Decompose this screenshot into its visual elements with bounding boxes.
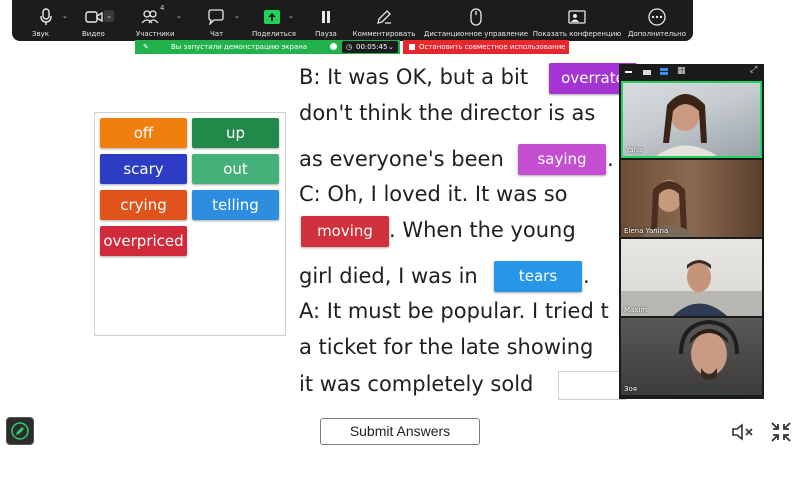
participant-video-maxim	[621, 260, 762, 316]
toolbar-show-meeting-button[interactable]: Показать конференцию	[530, 2, 624, 40]
passage-line: a ticket for the late showing	[299, 335, 594, 359]
microphone-icon	[35, 7, 57, 27]
strip-view-icon[interactable]	[660, 68, 668, 71]
filled-answer-slot[interactable]: tears	[494, 261, 582, 292]
video-gallery-panel: ▦ ⤢ Yana Elena Yanina Maxim Зоя	[619, 64, 764, 399]
passage-line: C: Oh, I loved it. It was so	[299, 182, 568, 206]
passage-line: don't think the director is as	[299, 101, 596, 125]
chat-icon	[205, 7, 227, 27]
word-chip-out[interactable]: out	[192, 154, 279, 184]
chevron-down-icon[interactable]: ⌄	[288, 12, 294, 20]
share-timer-value: 00:05:45	[356, 43, 388, 51]
participant-video-elena-yanina	[641, 180, 699, 237]
passage-punctuation: .	[583, 264, 590, 288]
video-tile-maxim[interactable]: Maxim	[621, 239, 762, 316]
video-tile-yana[interactable]: Yana	[621, 81, 762, 158]
word-chip-up[interactable]: up	[192, 118, 279, 148]
share-screen-icon	[261, 7, 283, 27]
filled-answer-slot[interactable]: saying	[518, 144, 606, 175]
passage-line: as everyone's been	[299, 147, 504, 171]
passage-punctuation: .	[607, 147, 614, 171]
chevron-down-icon[interactable]: ⌄	[104, 10, 114, 22]
passage-line: A: It must be popular. I tried t	[299, 299, 609, 323]
participant-video-yana	[656, 94, 718, 156]
toolbar-participants-button[interactable]: 4 ⌄ Участники	[128, 2, 186, 40]
speaker-view-icon[interactable]	[643, 70, 651, 75]
minimize-icon[interactable]	[625, 71, 632, 73]
participant-count-badge: 4	[160, 4, 165, 12]
stop-sharing-label: Остановить совместное использование	[419, 43, 566, 51]
toolbar-chat-button[interactable]: ⌄ Чат	[196, 2, 246, 40]
empty-answer-slot[interactable]	[558, 371, 626, 400]
submit-answers-button[interactable]: Submit Answers	[320, 418, 480, 445]
toolbar-remote-control-button[interactable]: Дистанционное управление	[422, 2, 530, 40]
pencil-icon	[11, 422, 29, 440]
word-chip-crying[interactable]: crying	[100, 190, 187, 220]
passage-line: it was completely sold	[299, 372, 534, 396]
annotate-pen-icon	[373, 7, 395, 27]
word-chip-telling[interactable]: telling	[192, 190, 279, 220]
participants-icon	[139, 7, 161, 27]
mute-icon[interactable]	[731, 422, 757, 446]
passage-line: B: It was OK, but a bit	[299, 65, 529, 89]
word-chip-scary[interactable]: scary	[100, 154, 187, 184]
word-chip-overpriced[interactable]: overpriced	[100, 226, 187, 256]
meeting-toolbar: ⌄ Звук ⌄ Видео 4 ⌄ Участники ⌄ Чат ⌄ Под…	[12, 0, 693, 41]
edit-button[interactable]	[6, 417, 34, 445]
video-tile-zoya[interactable]: Зоя	[621, 318, 762, 395]
show-meeting-icon	[566, 7, 588, 27]
remote-control-icon	[465, 7, 487, 27]
passage-line: girl died, I was in	[299, 264, 478, 288]
stop-icon	[409, 44, 415, 50]
security-shield-icon	[330, 43, 337, 50]
toolbar-more-button[interactable]: Дополнительно	[622, 2, 692, 40]
pause-icon	[315, 7, 337, 27]
share-timer[interactable]: ◷ 00:05:45 ⌄	[342, 41, 398, 53]
clock-icon: ◷	[346, 43, 353, 51]
participant-video-zoya	[673, 319, 745, 395]
expand-icon[interactable]: ⤢	[750, 66, 757, 75]
more-icon	[646, 7, 668, 27]
chevron-down-icon[interactable]: ⌄	[388, 41, 394, 53]
chevron-down-icon[interactable]: ⌄	[234, 12, 240, 20]
toolbar-share-button[interactable]: ⌄ Поделиться	[252, 2, 312, 40]
toolbar-audio-button[interactable]: ⌄ Звук	[20, 2, 72, 40]
video-panel-header: ▦ ⤢	[619, 64, 764, 80]
stop-sharing-button[interactable]: Остановить совместное использование	[403, 40, 569, 54]
toolbar-video-button[interactable]: ⌄ Видео	[74, 2, 124, 40]
word-chip-off[interactable]: off	[100, 118, 187, 148]
video-camera-icon	[83, 7, 105, 27]
toolbar-pause-button[interactable]: Пауза	[308, 2, 344, 40]
gallery-view-icon[interactable]: ▦	[677, 67, 686, 76]
word-bank: off up scary out crying telling overpric…	[94, 112, 286, 336]
exit-fullscreen-icon[interactable]	[769, 420, 793, 448]
filled-answer-slot[interactable]: moving	[301, 216, 389, 247]
chevron-down-icon[interactable]: ⌄	[62, 12, 68, 20]
share-status-text: Вы запустили демонстрацию экрана	[171, 43, 308, 51]
video-tile-elena-yanina[interactable]: Elena Yanina	[621, 160, 762, 237]
pin-icon[interactable]: ✎	[143, 40, 149, 54]
chevron-down-icon[interactable]: ⌄	[176, 12, 182, 20]
passage-line: . When the young	[389, 218, 576, 242]
toolbar-annotate-button[interactable]: Комментировать	[352, 2, 416, 40]
